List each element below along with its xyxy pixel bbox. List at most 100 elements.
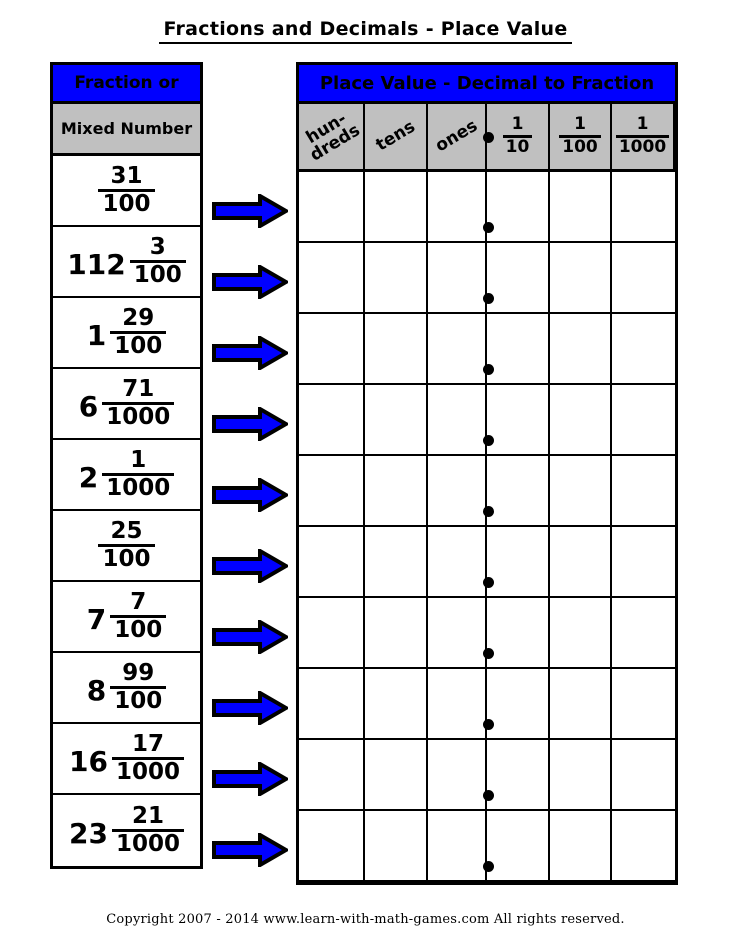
answer-cell[interactable] <box>487 243 550 312</box>
right-arrow-icon <box>211 832 288 867</box>
answer-cell[interactable] <box>365 243 428 312</box>
mixed-number: 1 29 100 <box>87 306 167 359</box>
fraction-denominator: 1000 <box>106 404 171 430</box>
answer-cell[interactable] <box>550 740 612 809</box>
answer-cell[interactable] <box>428 314 487 383</box>
whole-number-part: 6 <box>78 389 99 423</box>
answer-cell[interactable] <box>612 243 675 312</box>
fraction-numerator: 17 <box>131 730 164 757</box>
answer-cell[interactable] <box>365 598 428 667</box>
answer-cell[interactable] <box>299 456 365 525</box>
fraction-row: 7 7 100 <box>53 582 200 653</box>
answer-cell[interactable] <box>299 740 365 809</box>
answer-cell[interactable] <box>299 243 365 312</box>
answer-cell[interactable] <box>550 527 612 596</box>
answer-cell[interactable] <box>299 598 365 667</box>
mixed-number: 23 21 1000 <box>69 804 184 857</box>
answer-cell[interactable] <box>487 669 550 738</box>
answer-cell[interactable] <box>428 456 487 525</box>
answer-cell[interactable] <box>487 740 550 809</box>
answer-cell[interactable] <box>612 527 675 596</box>
fraction-part: 1 1000 <box>102 448 175 501</box>
mixed-number: 6 71 1000 <box>78 377 175 430</box>
answer-cell[interactable] <box>612 314 675 383</box>
fraction-numerator: 3 <box>149 233 166 260</box>
answer-cell[interactable] <box>365 385 428 454</box>
answer-cell[interactable] <box>428 243 487 312</box>
place-value-column-header: ones <box>428 104 487 169</box>
mixed-number: 31 100 <box>98 164 155 217</box>
answer-cell[interactable] <box>365 456 428 525</box>
fraction-part: 21 1000 <box>111 804 184 857</box>
column-header-numerator: 1 <box>511 114 524 135</box>
fraction-row: 16 17 1000 <box>53 724 200 795</box>
answer-cell[interactable] <box>299 385 365 454</box>
answer-cell[interactable] <box>428 598 487 667</box>
answer-cell[interactable] <box>550 456 612 525</box>
answer-cell[interactable] <box>365 527 428 596</box>
answer-cell[interactable] <box>428 811 487 880</box>
arrow-cell <box>203 601 296 672</box>
answer-cell[interactable] <box>550 669 612 738</box>
right-arrow-icon <box>211 619 288 654</box>
fraction-numerator: 25 <box>110 517 143 544</box>
answer-cell[interactable] <box>428 172 487 241</box>
arrow-cell <box>203 814 296 885</box>
answer-cell[interactable] <box>365 811 428 880</box>
fraction-table-header-primary: Fraction or <box>53 65 200 104</box>
answer-cell[interactable] <box>550 385 612 454</box>
answer-cell[interactable] <box>612 456 675 525</box>
fraction-table: Fraction or Mixed Number 31 100 112 3 100 1 29… <box>50 62 203 869</box>
answer-cell[interactable] <box>428 669 487 738</box>
answer-cell[interactable] <box>487 811 550 880</box>
answer-cell[interactable] <box>550 598 612 667</box>
answer-cell[interactable] <box>487 385 550 454</box>
fraction-numerator: 99 <box>122 659 155 686</box>
answer-cell[interactable] <box>612 598 675 667</box>
answer-cell[interactable] <box>299 669 365 738</box>
decimal-point-icon <box>483 790 494 801</box>
answer-cell[interactable] <box>365 172 428 241</box>
answer-cell[interactable] <box>612 669 675 738</box>
whole-number-part: 8 <box>86 673 107 707</box>
right-arrow-icon <box>211 761 288 796</box>
answer-cell[interactable] <box>299 314 365 383</box>
answer-cell[interactable] <box>487 598 550 667</box>
answer-cell[interactable] <box>550 243 612 312</box>
answer-cell[interactable] <box>299 811 365 880</box>
answer-cell[interactable] <box>612 385 675 454</box>
answer-cell[interactable] <box>365 314 428 383</box>
answer-cell[interactable] <box>487 172 550 241</box>
answer-cell[interactable] <box>550 314 612 383</box>
decimal-point-icon <box>483 577 494 588</box>
fraction-denominator: 100 <box>114 333 163 359</box>
decimal-point-icon <box>483 293 494 304</box>
answer-cell[interactable] <box>487 314 550 383</box>
decimal-point-icon <box>483 132 494 143</box>
arrow-cell <box>203 530 296 601</box>
answer-cell[interactable] <box>550 172 612 241</box>
answer-cell[interactable] <box>428 527 487 596</box>
answer-cell[interactable] <box>365 740 428 809</box>
answer-cell[interactable] <box>299 527 365 596</box>
whole-number-part: 7 <box>86 602 107 636</box>
decimal-point-icon <box>483 506 494 517</box>
answer-cell[interactable] <box>612 740 675 809</box>
answer-cell[interactable] <box>612 172 675 241</box>
answer-cell[interactable] <box>612 811 675 880</box>
whole-number-part: 2 <box>78 460 99 494</box>
fraction-part: 25 100 <box>98 517 155 572</box>
answer-cell[interactable] <box>550 811 612 880</box>
answer-cell[interactable] <box>365 669 428 738</box>
decimal-point-icon <box>483 222 494 233</box>
arrow-cell <box>203 388 296 459</box>
answer-cell[interactable] <box>487 456 550 525</box>
place-value-column-headers: hun-dreds tens ones 1 10 1 100 1 1000 <box>299 104 675 172</box>
place-value-column-header: 1 100 <box>550 104 612 169</box>
column-header-fraction: 1 10 <box>502 114 533 157</box>
answer-cell[interactable] <box>428 385 487 454</box>
answer-cell[interactable] <box>428 740 487 809</box>
answer-cell[interactable] <box>487 527 550 596</box>
answer-cell[interactable] <box>299 172 365 241</box>
arrow-cell <box>203 743 296 814</box>
